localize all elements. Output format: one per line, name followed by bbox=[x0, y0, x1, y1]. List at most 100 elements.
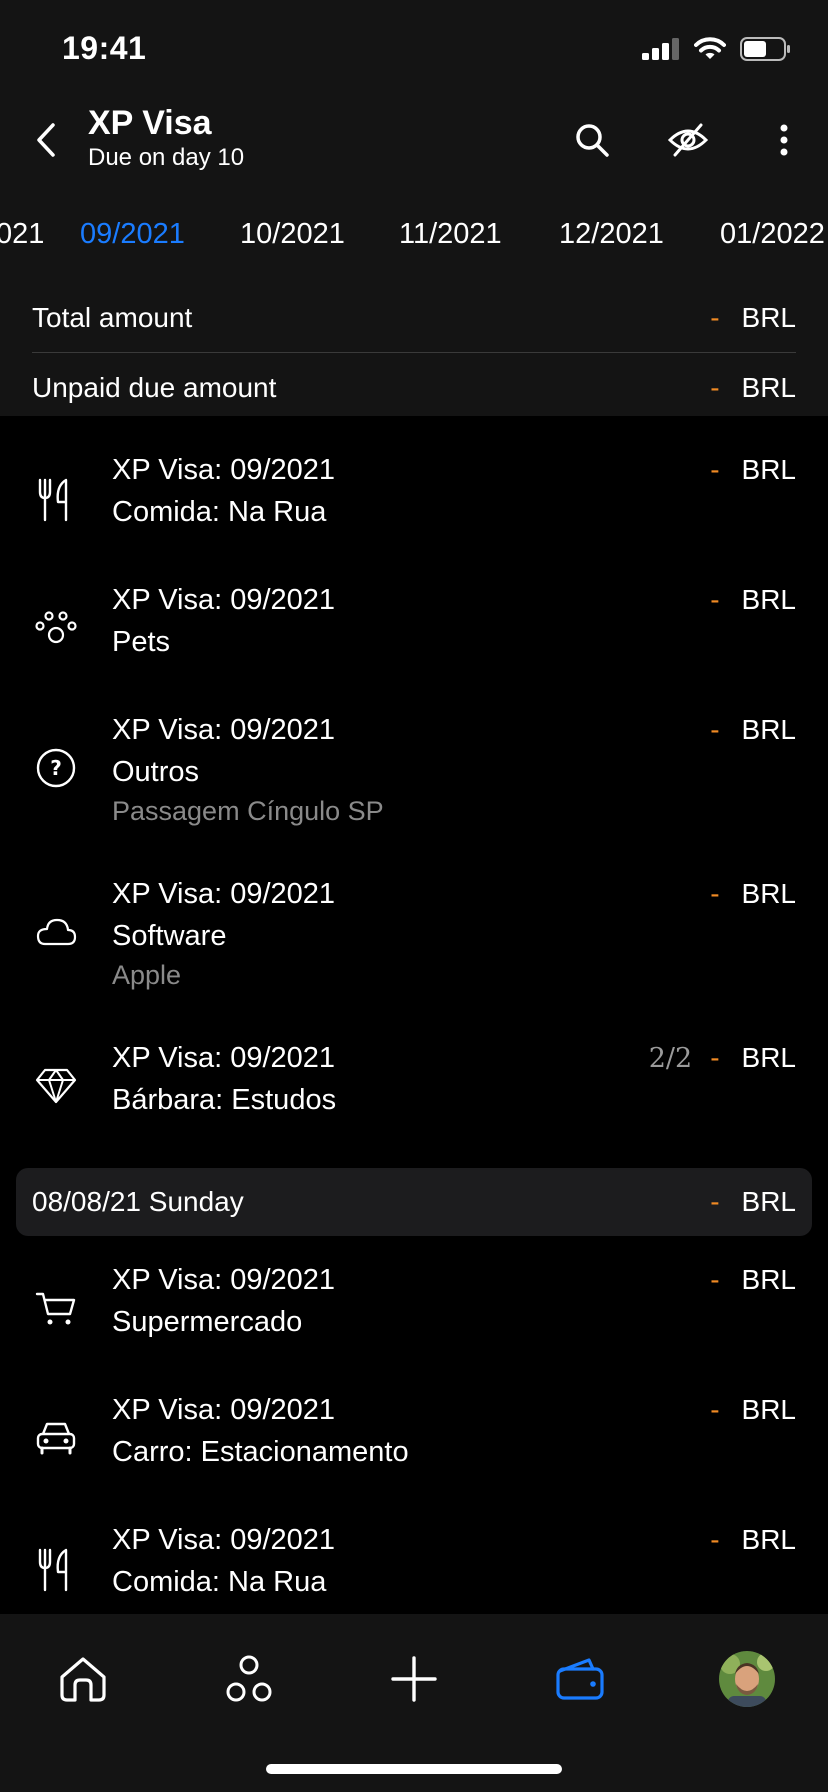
amount-currency: BRL bbox=[741, 1394, 796, 1425]
month-tab[interactable]: 021 bbox=[0, 218, 44, 251]
cloud-icon bbox=[32, 908, 80, 956]
transaction-description: Passagem Cíngulo SP bbox=[112, 796, 384, 826]
chevron-left-icon bbox=[37, 123, 55, 157]
transaction-amount: - BRL bbox=[710, 584, 796, 616]
signal-icon bbox=[642, 38, 680, 60]
home-indicator bbox=[266, 1764, 562, 1774]
transaction-row[interactable]: XP Visa: 09/2021 Bárbara: Estudos 2/2 - … bbox=[0, 1038, 828, 1138]
search-button[interactable] bbox=[566, 114, 618, 166]
transaction-amount: - BRL bbox=[710, 1394, 796, 1426]
month-tab[interactable]: 01/2022 bbox=[720, 218, 825, 251]
transaction-amount: 2/2 - BRL bbox=[649, 1042, 796, 1074]
total-amount-value: - bbox=[710, 302, 720, 333]
home-icon bbox=[60, 1657, 106, 1702]
amount-value: - bbox=[710, 714, 720, 745]
transaction-account: XP Visa: 09/2021 bbox=[112, 1394, 336, 1426]
month-tab[interactable]: 11/2021 bbox=[399, 218, 502, 251]
tab-wallet[interactable] bbox=[545, 1644, 615, 1714]
amount-currency: BRL bbox=[741, 1186, 796, 1217]
total-amount-currency: BRL bbox=[741, 302, 796, 333]
transaction-account: XP Visa: 09/2021 bbox=[112, 1264, 336, 1296]
tab-profile[interactable] bbox=[712, 1644, 782, 1714]
date-group-amount: - BRL bbox=[710, 1186, 812, 1218]
amount-value: - bbox=[710, 878, 720, 909]
installment-badge: 2/2 bbox=[648, 1042, 693, 1074]
page-subtitle: Due on day 10 bbox=[88, 144, 245, 171]
transaction-row[interactable]: XP Visa: 09/2021 Carro: Estacionamento -… bbox=[0, 1390, 828, 1490]
avatar bbox=[719, 1651, 775, 1707]
transaction-row[interactable]: XP Visa: 09/2021 Supermercado - BRL bbox=[0, 1260, 828, 1360]
unpaid-amount-currency: BRL bbox=[741, 372, 796, 403]
transaction-account: XP Visa: 09/2021 bbox=[112, 454, 336, 486]
amount-currency: BRL bbox=[741, 584, 796, 615]
back-button[interactable] bbox=[26, 118, 66, 162]
amount-value: - bbox=[710, 1042, 720, 1073]
battery-icon bbox=[740, 37, 792, 61]
month-selector: 021 09/2021 10/2021 11/2021 12/2021 01/2… bbox=[0, 218, 828, 258]
transaction-category: Supermercado bbox=[112, 1306, 303, 1338]
hide-values-button[interactable] bbox=[662, 114, 714, 166]
amount-value: - bbox=[710, 454, 720, 485]
amount-value: - bbox=[710, 1186, 720, 1217]
tab-add[interactable] bbox=[379, 1644, 449, 1714]
page-title: XP Visa bbox=[88, 104, 212, 142]
transaction-account: XP Visa: 09/2021 bbox=[112, 1042, 336, 1074]
more-vertical-icon bbox=[780, 124, 788, 156]
month-tab[interactable]: 12/2021 bbox=[559, 218, 664, 251]
transaction-category: Comida: Na Rua bbox=[112, 1566, 327, 1598]
transaction-row[interactable]: XP Visa: 09/2021 Comida: Na Rua - BRL bbox=[0, 450, 828, 550]
diamond-icon bbox=[32, 1062, 80, 1110]
add-icon bbox=[391, 1656, 437, 1702]
transaction-amount: - BRL bbox=[710, 1524, 796, 1556]
amount-currency: BRL bbox=[741, 714, 796, 745]
amount-value: - bbox=[710, 1394, 720, 1425]
transaction-category: Software bbox=[112, 920, 227, 952]
amount-currency: BRL bbox=[741, 1524, 796, 1555]
transaction-row[interactable]: ? XP Visa: 09/2021 Outros Passagem Cíngu… bbox=[0, 710, 828, 840]
svg-text:?: ? bbox=[50, 756, 62, 780]
unpaid-amount-label: Unpaid due amount bbox=[32, 372, 277, 403]
amount-value: - bbox=[710, 1264, 720, 1295]
question-circle-icon: ? bbox=[32, 744, 80, 792]
amount-value: - bbox=[710, 584, 720, 615]
transaction-row[interactable]: XP Visa: 09/2021 Comida: Na Rua - BRL bbox=[0, 1520, 828, 1614]
more-button[interactable] bbox=[758, 114, 810, 166]
transaction-row[interactable]: XP Visa: 09/2021 Software Apple - BRL bbox=[0, 874, 828, 1004]
month-tab[interactable]: 10/2021 bbox=[240, 218, 345, 251]
date-group-header: 08/08/21 Sunday - BRL bbox=[16, 1168, 812, 1236]
wallet-icon bbox=[556, 1658, 604, 1700]
status-time: 19:41 bbox=[62, 30, 147, 66]
month-tab-active[interactable]: 09/2021 bbox=[80, 218, 185, 251]
transaction-description: Apple bbox=[112, 960, 182, 990]
transaction-category: Pets bbox=[112, 626, 171, 658]
cart-icon bbox=[32, 1284, 80, 1332]
transaction-account: XP Visa: 09/2021 bbox=[112, 878, 336, 910]
transaction-account: XP Visa: 09/2021 bbox=[112, 714, 336, 746]
tab-home[interactable] bbox=[48, 1644, 118, 1714]
transaction-category: Comida: Na Rua bbox=[112, 496, 327, 528]
total-amount-label: Total amount bbox=[32, 302, 193, 333]
transaction-row[interactable]: XP Visa: 09/2021 Pets - BRL bbox=[0, 580, 828, 680]
search-icon bbox=[576, 124, 609, 157]
categories-icon bbox=[226, 1655, 272, 1702]
transaction-account: XP Visa: 09/2021 bbox=[112, 584, 336, 616]
unpaid-amount-value: - bbox=[710, 372, 720, 403]
total-amount-row: Total amount - BRL bbox=[32, 284, 796, 352]
utensils-icon bbox=[32, 476, 80, 524]
amount-currency: BRL bbox=[741, 878, 796, 909]
amount-currency: BRL bbox=[741, 454, 796, 485]
unpaid-amount-row: Unpaid due amount - BRL bbox=[32, 354, 796, 422]
divider bbox=[32, 352, 796, 353]
utensils-icon bbox=[32, 1546, 80, 1594]
amount-value: - bbox=[710, 1524, 720, 1555]
tab-categories[interactable] bbox=[214, 1644, 284, 1714]
transaction-amount: - BRL bbox=[710, 878, 796, 910]
transaction-category: Outros bbox=[112, 756, 200, 788]
wifi-icon bbox=[694, 37, 726, 61]
transaction-amount: - BRL bbox=[710, 714, 796, 746]
car-icon bbox=[32, 1414, 80, 1462]
date-group-label: 08/08/21 Sunday bbox=[32, 1186, 244, 1217]
transaction-amount: - BRL bbox=[710, 1264, 796, 1296]
transaction-amount: - BRL bbox=[710, 454, 796, 486]
amount-currency: BRL bbox=[741, 1042, 796, 1073]
